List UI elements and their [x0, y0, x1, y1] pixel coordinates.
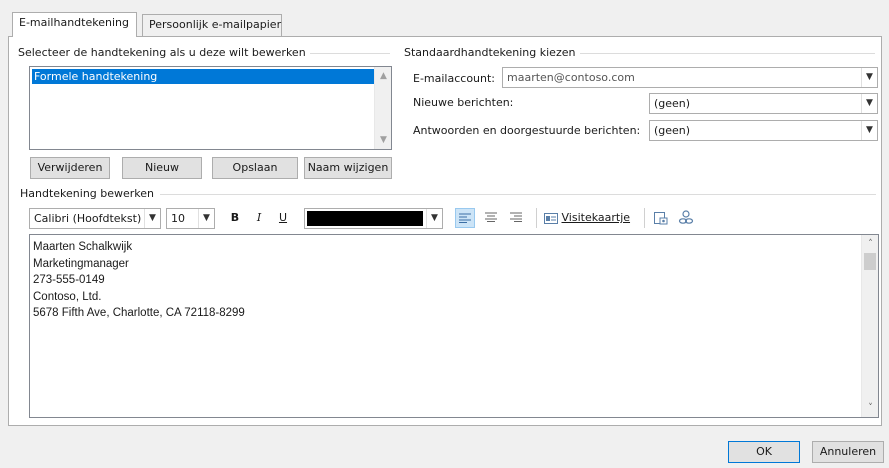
scroll-down-icon[interactable]: ▼	[375, 133, 392, 147]
underline-label: U	[278, 211, 288, 224]
new-messages-label: Nieuwe berichten:	[413, 96, 514, 109]
signature-line: 5678 Fifth Ave, Charlotte, CA 72118-8299	[33, 307, 245, 319]
toolbar-separator	[644, 208, 645, 228]
chevron-down-icon: ▼	[861, 121, 877, 140]
tab-email-signature[interactable]: E-mailhandtekening	[12, 12, 137, 37]
insert-hyperlink-button[interactable]	[676, 208, 696, 228]
edit-signature-rule	[160, 194, 876, 195]
align-right-button[interactable]	[506, 208, 526, 228]
business-card-button[interactable]: Visitekaartje	[544, 208, 630, 228]
email-account-label: E-mailaccount:	[413, 72, 496, 85]
replies-select[interactable]: (geen) ▼	[649, 120, 878, 141]
new-messages-select[interactable]: (geen) ▼	[649, 93, 878, 114]
save-button-label: Opslaan	[232, 161, 278, 174]
font-size-value: 10	[171, 212, 185, 225]
business-card-label: Visitekaartje	[561, 211, 631, 224]
tab-personal-stationery[interactable]: Persoonlijk e-mailpapier	[142, 14, 282, 36]
align-left-icon	[459, 213, 471, 223]
default-signature-rule	[580, 53, 875, 54]
chevron-down-icon: ▼	[144, 209, 160, 228]
italic-label: I	[256, 211, 262, 224]
new-messages-value: (geen)	[654, 97, 691, 110]
bold-button[interactable]: B	[225, 208, 245, 228]
replies-label: Antwoorden en doorgestuurde berichten:	[413, 124, 641, 137]
signature-line: Maarten Schalkwijk	[33, 241, 133, 253]
chevron-down-icon: ▼	[861, 94, 877, 113]
chevron-down-icon: ▼	[426, 209, 442, 228]
toolbar-separator	[536, 208, 537, 228]
delete-button-label: Verwijderen	[37, 161, 103, 174]
font-value: Calibri (Hoofdtekst)	[34, 212, 142, 225]
cancel-button[interactable]: Annuleren	[812, 441, 884, 463]
rename-button-label: Naam wijzigen	[307, 161, 389, 174]
align-center-button[interactable]	[481, 208, 501, 228]
email-account-value: maarten@contoso.com	[507, 71, 635, 84]
align-left-button[interactable]	[455, 208, 475, 228]
picture-icon	[654, 212, 668, 225]
align-center-icon	[485, 212, 497, 222]
scroll-up-icon[interactable]: ▲	[375, 69, 392, 83]
replies-value: (geen)	[654, 124, 691, 137]
signature-list-scrollbar[interactable]: ▲ ▼	[374, 67, 391, 149]
font-select[interactable]: Calibri (Hoofdtekst) ▼	[29, 208, 161, 229]
underline-button[interactable]: U	[273, 208, 293, 228]
tab-email-signature-label: E-mailhandtekening	[19, 16, 129, 29]
align-right-icon	[510, 212, 522, 222]
ok-button-label: OK	[756, 445, 772, 458]
business-card-icon	[544, 212, 558, 224]
select-signature-rule	[300, 53, 390, 54]
hyperlink-icon	[678, 210, 694, 224]
tab-personal-stationery-label: Persoonlijk e-mailpapier	[149, 18, 282, 31]
font-color-swatch	[307, 211, 423, 226]
signature-line: 273-555-0149	[33, 274, 105, 286]
select-signature-heading: Selecteer de handtekening als u deze wil…	[18, 46, 310, 59]
edit-signature-heading: Handtekening bewerken	[20, 187, 159, 200]
scrollbar-thumb[interactable]	[864, 253, 876, 270]
bold-label: B	[230, 211, 240, 224]
font-color-select[interactable]: ▼	[304, 208, 443, 229]
cancel-button-label: Annuleren	[819, 445, 877, 458]
signature-editor[interactable]: Maarten Schalkwijk Marketingmanager 273-…	[29, 234, 879, 418]
delete-button[interactable]: Verwijderen	[30, 157, 110, 179]
default-signature-heading: Standaardhandtekening kiezen	[404, 46, 580, 59]
save-button[interactable]: Opslaan	[212, 157, 298, 179]
italic-button[interactable]: I	[249, 208, 269, 228]
new-button-label: Nieuw	[144, 161, 180, 174]
new-button[interactable]: Nieuw	[122, 157, 202, 179]
signature-line: Marketingmanager	[33, 257, 129, 270]
signature-listbox[interactable]: Formele handtekening ▲ ▼	[29, 66, 392, 150]
font-size-select[interactable]: 10 ▼	[166, 208, 215, 229]
rename-button[interactable]: Naam wijzigen	[304, 157, 392, 179]
editor-scrollbar[interactable]: ˄ ˅	[861, 235, 878, 417]
scroll-down-icon[interactable]: ˅	[862, 401, 879, 415]
scroll-up-icon[interactable]: ˄	[862, 237, 879, 251]
signature-line: Contoso, Ltd.	[33, 290, 102, 303]
signature-text[interactable]: Maarten Schalkwijk Marketingmanager 273-…	[33, 239, 245, 322]
email-account-select[interactable]: maarten@contoso.com ▼	[502, 67, 878, 88]
insert-picture-button[interactable]	[651, 208, 671, 228]
signature-list-item[interactable]: Formele handtekening	[32, 69, 375, 84]
chevron-down-icon: ▼	[861, 68, 877, 87]
chevron-down-icon: ▼	[198, 209, 214, 228]
ok-button[interactable]: OK	[728, 441, 800, 463]
